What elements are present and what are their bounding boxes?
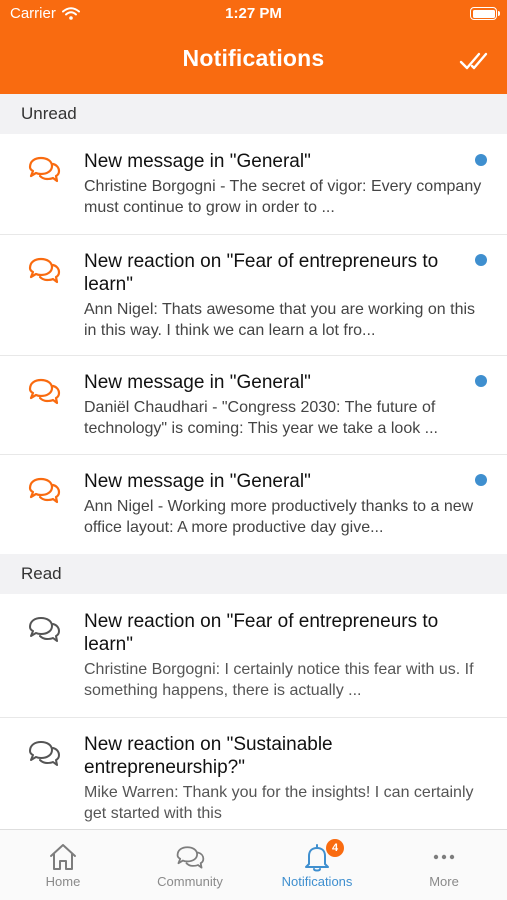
home-icon <box>50 844 76 870</box>
chat-bubbles-icon <box>29 741 60 766</box>
notification-item[interactable]: New message in "General" Daniël Chaudhar… <box>0 356 507 455</box>
notification-item[interactable]: New message in "General" Ann Nigel - Wor… <box>0 455 507 554</box>
section-header-unread: Unread <box>0 94 507 134</box>
unread-dot <box>475 254 487 266</box>
chat-bubbles-icon <box>176 846 205 869</box>
tab-notifications[interactable]: 4 Notifications <box>254 830 380 900</box>
tab-label-community: Community <box>157 874 223 889</box>
page-title: Notifications <box>182 45 325 71</box>
unread-dot <box>475 154 487 166</box>
notification-title: New message in "General" <box>84 471 311 492</box>
tab-label-more: More <box>429 874 459 889</box>
tab-label-home: Home <box>45 874 81 889</box>
notification-title: New message in "General" <box>84 372 311 393</box>
notification-count-badge: 4 <box>326 839 344 857</box>
status-bar: Carrier 1:27 PM <box>0 0 507 28</box>
more-dots-icon <box>433 854 455 860</box>
notification-title: New reaction on "Fear of entrepreneurs t… <box>84 611 439 655</box>
unread-dot <box>475 474 487 486</box>
notification-preview: Ann Nigel - Working more productively th… <box>84 498 474 536</box>
chat-bubbles-icon <box>28 156 61 183</box>
chat-bubbles-icon <box>28 257 61 284</box>
notification-preview: Daniël Chaudhari - "Congress 2030: The f… <box>84 399 438 437</box>
chat-bubbles-icon <box>28 477 61 504</box>
notification-title: New reaction on "Sustainable entrepreneu… <box>84 734 333 778</box>
notification-preview: Christine Borgogni - The secret of vigor… <box>84 178 482 216</box>
status-time: 1:27 PM <box>225 5 282 22</box>
chat-bubbles-icon <box>28 378 61 405</box>
notification-item[interactable]: New message in "General" Christine Borgo… <box>0 134 507 235</box>
notification-title: New message in "General" <box>84 151 311 172</box>
notification-preview: Ann Nigel: Thats awesome that you are wo… <box>84 301 476 339</box>
notification-item[interactable]: New reaction on "Sustainable entrepreneu… <box>0 718 507 829</box>
double-check-icon[interactable] <box>459 50 491 72</box>
notification-preview: Christine Borgogni: I certainly notice t… <box>84 661 474 699</box>
tab-bar: Home Community 4 Notifications More <box>0 829 507 900</box>
notification-item[interactable]: New reaction on "Fear of entrepreneurs t… <box>0 594 507 718</box>
app-header: Carrier 1:27 PM Notifications <box>0 0 507 94</box>
notification-title: New reaction on "Fear of entrepreneurs t… <box>84 251 439 295</box>
tab-label-notifications: Notifications <box>281 874 353 889</box>
tab-more[interactable]: More <box>381 830 507 900</box>
chat-bubbles-icon <box>29 617 60 642</box>
tab-community[interactable]: Community <box>127 830 253 900</box>
battery-icon <box>470 7 500 20</box>
tab-home[interactable]: Home <box>0 830 126 900</box>
notification-preview: Mike Warren: Thank you for the insights!… <box>84 784 474 822</box>
unread-dot <box>475 375 487 387</box>
notification-item[interactable]: New reaction on "Fear of entrepreneurs t… <box>0 235 507 356</box>
section-header-read: Read <box>0 554 507 594</box>
